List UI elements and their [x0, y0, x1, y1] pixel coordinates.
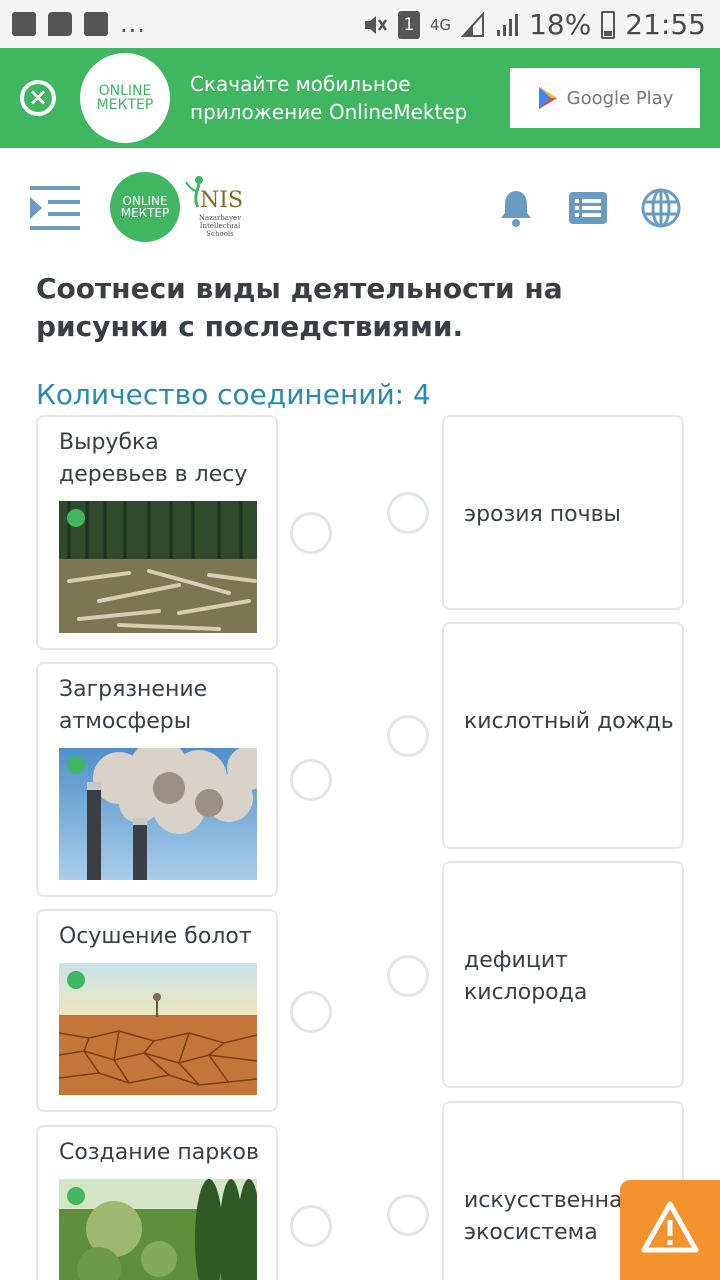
left-card-2[interactable]: Загрязнение атмосферы — [36, 662, 278, 897]
question-text: Соотнеси виды деятельности на рисунки с … — [36, 272, 563, 343]
right-card-label: дефицит кислорода — [464, 948, 588, 1005]
image-badge-icon — [67, 756, 85, 774]
signal-icon-2 — [497, 13, 519, 36]
more-notifications-indicator: ... — [120, 10, 146, 38]
clock: 21:55 — [625, 8, 706, 41]
left-connector-4[interactable] — [290, 1205, 332, 1247]
gallery-notification-icon — [12, 12, 36, 36]
header-logo-line2: МЕКТЕР — [120, 206, 170, 220]
bell-icon[interactable] — [496, 188, 536, 228]
right-card-label: кислотный дождь — [464, 709, 674, 734]
right-connector-3[interactable] — [387, 955, 429, 997]
nis-logo: NIS Nazarbayev Intellectual Schools — [184, 174, 248, 244]
right-connector-2[interactable] — [387, 715, 429, 757]
site-header: ONLINE МЕКТЕР NIS Nazarbayev Intellectua… — [0, 148, 720, 268]
left-card-label: Осушение болот — [59, 924, 252, 949]
right-card-2[interactable]: кислотный дождь — [442, 622, 684, 849]
banner-text: Скачайте мобильное приложение OnlineMekt… — [190, 70, 467, 126]
left-card-3[interactable]: Осушение болот — [36, 909, 278, 1112]
right-card-1[interactable]: эрозия почвы — [442, 415, 684, 610]
google-play-icon — [538, 87, 557, 109]
left-card-label: Загрязнение атмосферы — [59, 677, 208, 734]
report-problem-button[interactable] — [620, 1180, 720, 1280]
air-pollution-image — [59, 748, 257, 880]
right-card-3[interactable]: дефицит кислорода — [442, 861, 684, 1088]
message-notification-icon — [48, 12, 72, 36]
onlinemektep-logo: ONLINE МЕКТЕР — [80, 53, 170, 143]
banner-text-line1: Скачайте мобильное — [190, 72, 411, 96]
left-connector-1[interactable] — [290, 512, 332, 554]
left-card-4[interactable]: Создание парков — [36, 1125, 278, 1280]
google-play-button[interactable]: Google Play — [510, 68, 700, 128]
logo-line2: МЕКТЕР — [96, 97, 154, 113]
list-icon[interactable] — [568, 188, 608, 228]
google-play-label: Google Play — [566, 87, 674, 109]
logo-line1: ONLINE — [98, 83, 152, 99]
onlinemektep-logo-header[interactable]: ONLINE МЕКТЕР — [110, 172, 180, 242]
left-card-label: Вырубка деревьев в лесу — [59, 430, 248, 487]
right-connector-1[interactable] — [387, 492, 429, 534]
sim-badge: 1 — [397, 10, 420, 39]
nis-subtitle: Nazarbayev Intellectual Schools — [198, 214, 242, 238]
close-icon[interactable]: × — [20, 80, 56, 116]
image-badge-icon — [67, 971, 85, 989]
network-type: 4G — [429, 15, 452, 34]
left-connector-2[interactable] — [290, 759, 332, 801]
warning-icon — [641, 1201, 699, 1253]
nis-title: NIS — [200, 188, 244, 213]
drained-swamp-image — [59, 963, 257, 1095]
deforestation-image — [59, 501, 257, 633]
menu-icon[interactable] — [30, 184, 82, 232]
app-notification-icon — [84, 12, 108, 36]
app-download-banner: × ONLINE МЕКТЕР Скачайте мобильное прило… — [0, 48, 720, 148]
park-image — [59, 1179, 257, 1280]
connections-count: Количество соединений: 4 — [36, 378, 431, 411]
left-connector-3[interactable] — [290, 991, 332, 1033]
banner-text-line2: приложение OnlineMektep — [190, 100, 468, 124]
mute-icon — [364, 15, 387, 34]
left-card-1[interactable]: Вырубка деревьев в лесу — [36, 415, 278, 650]
status-bar: ... 1 4G 18% 21:55 — [0, 0, 720, 48]
battery-icon — [601, 10, 616, 39]
globe-icon[interactable] — [641, 188, 681, 228]
image-badge-icon — [67, 1187, 85, 1205]
left-card-label: Создание парков — [59, 1140, 259, 1165]
image-badge-icon — [67, 509, 85, 527]
signal-icon — [461, 11, 485, 37]
right-connector-4[interactable] — [387, 1194, 429, 1236]
right-card-label: эрозия почвы — [464, 502, 621, 527]
battery-percent: 18% — [529, 8, 592, 41]
